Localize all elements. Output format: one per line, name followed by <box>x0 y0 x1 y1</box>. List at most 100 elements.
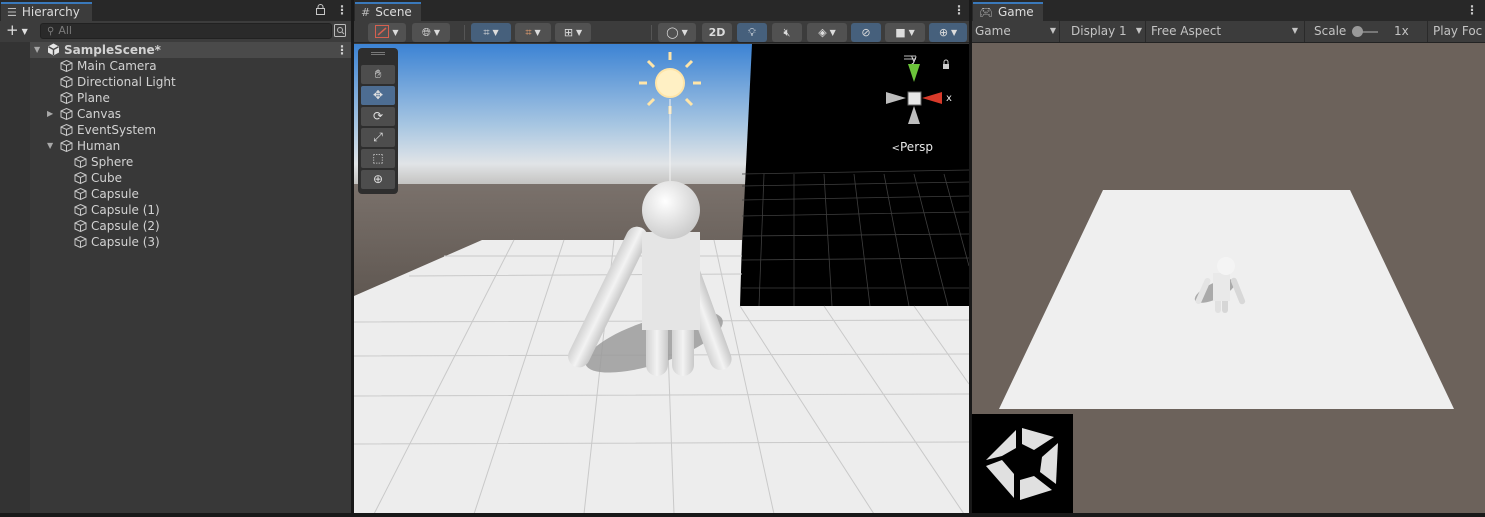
grid-snap-icon: ⌗ <box>483 26 490 39</box>
game-toolbar: Game ▼ Display 1 ▼ Free Aspect ▼ Scale 1x P… <box>972 21 1485 43</box>
draw-mode-dropdown[interactable]: ▼ <box>368 23 406 42</box>
rotate-tool[interactable]: ⟳ <box>361 107 395 126</box>
hierarchy-item-label: EventSystem <box>77 123 157 137</box>
display-dropdown[interactable]: Display 1 ▼ <box>1064 21 1146 42</box>
chevron-right-icon[interactable]: ▶ <box>47 106 53 122</box>
chevron-down-icon: ▼ <box>1049 26 1056 35</box>
view-mode-dropdown[interactable]: Game ▼ <box>972 21 1060 42</box>
gameobject-cube-icon <box>74 236 87 248</box>
gameobject-cube-icon <box>60 76 73 88</box>
world-view-dropdown[interactable]: 🌐︎ ▼ <box>412 23 450 42</box>
hierarchy-item-label: Cube <box>91 171 122 185</box>
scene-row[interactable]: ▼ SampleScene* ⋮ <box>30 42 351 58</box>
eye-slash-icon: ⊘ <box>861 26 871 39</box>
gameobject-cube-icon <box>60 140 73 152</box>
rect-tool[interactable]: ⬚ <box>361 149 395 168</box>
lock-icon[interactable] <box>316 4 325 15</box>
hierarchy-item[interactable]: Sphere <box>30 154 351 170</box>
tool-palette-grip[interactable] <box>371 52 385 55</box>
perspective-icon: < <box>891 143 900 154</box>
tab-hierarchy-label: Hierarchy <box>21 5 80 19</box>
chevron-down-icon: ▼ <box>681 28 688 37</box>
hierarchy-item[interactable]: ▶ Canvas <box>30 106 351 122</box>
scale-value: 1x <box>1394 24 1409 38</box>
hierarchy-item-label: Capsule (2) <box>91 219 160 233</box>
hierarchy-item-label: Capsule <box>91 187 139 201</box>
audio-toggle[interactable]: 🔇︎ <box>772 23 802 42</box>
lock-icon[interactable] <box>943 59 949 69</box>
tool-palette: ✋︎ ✥ ⟳ ⤢ ⬚ ⊕ <box>358 48 398 194</box>
scale-slider[interactable] <box>1352 21 1386 42</box>
transform-icon: ⊕ <box>372 172 384 186</box>
projection-toggle[interactable]: <Persp <box>892 140 933 154</box>
tab-hierarchy[interactable]: ☰ Hierarchy <box>1 2 92 21</box>
hierarchy-menu-icon[interactable]: ⋮ <box>336 3 348 17</box>
tab-game-label: Game <box>997 5 1034 19</box>
camera-settings-dropdown[interactable]: ■ ▼ <box>885 23 925 42</box>
play-focus-value: Play Foc <box>1433 24 1483 38</box>
hierarchy-item[interactable]: Capsule (1) <box>30 202 351 218</box>
rect-transform-icon: ⬚ <box>372 151 384 165</box>
grid-snap-toggle[interactable]: ⌗ ▼ <box>471 23 511 42</box>
game-view[interactable] <box>972 43 1485 514</box>
ruler-dropdown[interactable]: ⊞ ▼ <box>555 23 591 42</box>
increment-snap-dropdown[interactable]: ⌗ ▼ <box>515 23 551 42</box>
unity-scene-icon <box>47 43 60 56</box>
aspect-value: Free Aspect <box>1151 24 1222 38</box>
hierarchy-item-label: Main Camera <box>77 59 157 73</box>
hierarchy-item[interactable]: Capsule (3) <box>30 234 351 250</box>
scene-menu-icon[interactable]: ⋮ <box>336 42 348 58</box>
gizmo-y-label: y <box>911 54 917 65</box>
tab-scene-label: Scene <box>375 5 412 19</box>
camera-icon: ■ <box>895 26 906 39</box>
hierarchy-item[interactable]: Capsule <box>30 186 351 202</box>
aspect-dropdown[interactable]: Free Aspect ▼ <box>1147 21 1305 42</box>
transform-tool[interactable]: ⊕ <box>361 170 395 189</box>
move-tool[interactable]: ✥ <box>361 86 395 105</box>
hierarchy-item[interactable]: Capsule (2) <box>30 218 351 234</box>
shading-mode-dropdown[interactable]: ◯ ▼ <box>658 23 696 42</box>
hierarchy-item[interactable]: EventSystem <box>30 122 351 138</box>
chevron-down-icon[interactable]: ▼ <box>34 42 40 58</box>
chevron-down-icon: ▼ <box>534 28 541 37</box>
hierarchy-item[interactable]: Main Camera <box>30 58 351 74</box>
scene-visibility-toggle[interactable]: ⊘ <box>851 23 881 42</box>
orientation-gizmo[interactable]: y x <box>870 50 960 140</box>
sky <box>354 44 754 194</box>
gamepad-icon: 🎮︎ <box>979 6 993 19</box>
add-object-button[interactable]: + ▼ <box>6 22 32 41</box>
hierarchy-item[interactable]: Cube <box>30 170 351 186</box>
gameobject-cube-icon <box>74 188 87 200</box>
chevron-down-icon[interactable]: ▼ <box>47 138 53 154</box>
gameobject-cube-icon <box>60 92 73 104</box>
chevron-down-icon: ▼ <box>951 28 958 37</box>
lighting-toggle[interactable]: 💡︎ <box>737 23 767 42</box>
hierarchy-item[interactable]: Directional Light <box>30 74 351 90</box>
scene-toolbar: ▼ 🌐︎ ▼ ⌗ ▼ ⌗ ▼ ⊞ ▼ ◯ ▼ 2D 💡︎ 🔇︎ ◈ ▼ ⊘ ■ … <box>354 21 969 43</box>
hierarchy-item[interactable]: Plane <box>30 90 351 106</box>
hand-icon: ✋︎ <box>374 67 382 81</box>
toggle-2d-button[interactable]: 2D <box>702 23 732 42</box>
scene-menu-icon[interactable]: ⋮ <box>953 3 965 17</box>
effects-dropdown[interactable]: ◈ ▼ <box>807 23 847 42</box>
play-focus-dropdown[interactable]: Play Foc <box>1427 21 1485 42</box>
tab-scene[interactable]: # Scene <box>355 2 421 21</box>
game-menu-icon[interactable]: ⋮ <box>1466 3 1478 17</box>
gameobject-cube-icon <box>74 172 87 184</box>
hierarchy-toolbar: + ▼ ⚲ All <box>0 21 351 43</box>
gameobject-cube-icon <box>74 156 87 168</box>
tab-game[interactable]: 🎮︎ Game <box>973 2 1043 21</box>
hierarchy-panel: ☰ Hierarchy ⋮ + ▼ ⚲ All ▼ SampleScene* ⋮ Ma… <box>0 0 351 517</box>
view-mode-value: Game <box>975 24 1011 38</box>
lightbulb-icon: 💡︎ <box>748 26 756 39</box>
scale-slider-handle[interactable] <box>1352 26 1363 37</box>
gameobject-cube-icon <box>74 220 87 232</box>
scene-viewport[interactable]: ✋︎ ✥ ⟳ ⤢ ⬚ ⊕ y x <Persp <box>354 44 969 514</box>
rotate-icon: ⟳ <box>372 109 384 123</box>
search-input[interactable]: ⚲ All <box>40 23 332 39</box>
search-by-type-icon[interactable] <box>334 24 346 37</box>
hand-tool[interactable]: ✋︎ <box>361 65 395 84</box>
gizmos-dropdown[interactable]: ⊕ ▼ <box>929 23 967 42</box>
scale-tool[interactable]: ⤢ <box>361 128 395 147</box>
hierarchy-item[interactable]: ▼ Human <box>30 138 351 154</box>
